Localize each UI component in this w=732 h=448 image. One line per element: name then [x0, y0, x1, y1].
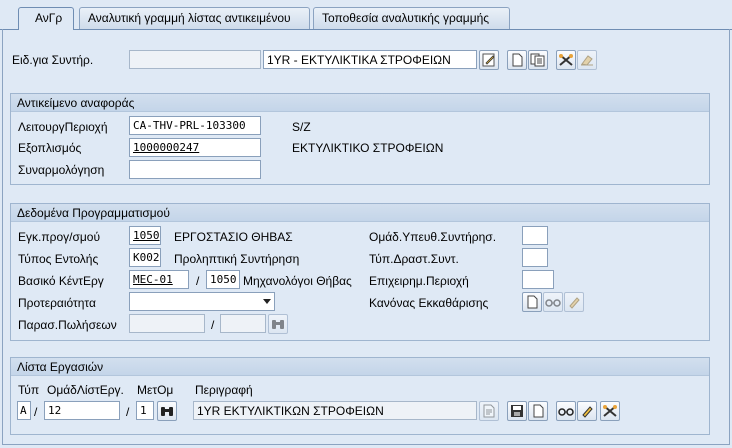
reference-object-group: Αντικείμενο αναφοράς: [10, 93, 710, 185]
plant-desc: ΕΡΓΟΣΤΑΣΙΟ ΘΗΒΑΣ: [174, 230, 293, 244]
new-document-button[interactable]: [507, 50, 527, 70]
sales-doc-separator: /: [211, 318, 215, 332]
pencil-icon: [582, 406, 593, 418]
glasses-icon: [558, 408, 574, 416]
long-text-button[interactable]: [479, 401, 499, 421]
binoculars-icon: [161, 407, 173, 416]
task-list-separator: /: [126, 405, 130, 419]
task-list-search-button[interactable]: [157, 401, 177, 421]
tab-general[interactable]: ΑνΓρ: [18, 7, 74, 30]
planner-group-field[interactable]: [522, 226, 548, 245]
priority-label: Προτεραιότητα: [18, 296, 96, 310]
settlement-rule-label: Κανόνας Εκκαθάρισης: [369, 296, 489, 310]
equipment-label: Εξοπλισμός: [18, 141, 82, 155]
delete-button[interactable]: [577, 50, 597, 70]
task-list-edit-button[interactable]: [577, 401, 597, 421]
order-type-field[interactable]: K002: [129, 248, 161, 267]
equipment-desc: ΕΚΤΥΛΙΚΤΙΚΟ ΣΤΡΟΦΕΙΩΝ: [292, 141, 444, 155]
save-button[interactable]: [507, 401, 527, 421]
settlement-new-button[interactable]: [522, 292, 542, 312]
business-area-field[interactable]: [522, 270, 554, 289]
tab-label: ΑνΓρ: [35, 11, 63, 25]
func-location-field[interactable]: CA-THV-PRL-103300: [129, 116, 261, 135]
tab-item-location[interactable]: Τοποθεσία αναλυτικής γραμμής: [313, 7, 510, 29]
tools-icon: [603, 405, 617, 417]
task-list-group-label: ΟμάδΛίστΕργ.: [47, 383, 124, 397]
long-text-icon: [483, 404, 495, 418]
plant-field[interactable]: 1050: [129, 226, 161, 245]
task-list-counter-field[interactable]: 1: [136, 401, 154, 420]
sales-doc-label: Παρασ.Πωλήσεων: [18, 318, 117, 332]
activity-type-field[interactable]: [522, 248, 548, 267]
task-list-group-field[interactable]: 12: [44, 401, 120, 420]
delete-icon: [581, 55, 593, 66]
save-icon: [511, 405, 523, 417]
settlement-display-button[interactable]: [543, 292, 563, 312]
sales-doc-field: [129, 314, 205, 333]
assembly-label: Συναρμολόγηση: [18, 163, 105, 177]
work-center-plant-field[interactable]: 1050: [206, 270, 240, 289]
tab-label: Τοποθεσία αναλυτικής γραμμής: [322, 11, 490, 25]
order-type-desc: Προληπτική Συντήρηση: [174, 252, 300, 266]
task-list-type-field[interactable]: A: [17, 401, 31, 420]
tab-object-list-item[interactable]: Αναλυτική γραμμή λίστας αντικειμένου: [79, 7, 310, 29]
search-help-button[interactable]: [268, 314, 288, 334]
maint-type-label: Ειδ.για Συντήρ.: [12, 53, 94, 67]
group-title: Λίστα Εργασιών: [11, 358, 709, 376]
work-center-desc: Μηχανολόγοι Θήβας: [243, 274, 352, 288]
business-area-label: Επιχειρημ.Περιοχή: [369, 274, 469, 288]
order-type-label: Τύπος Εντολής: [18, 252, 99, 266]
tools-button[interactable]: [556, 50, 576, 70]
plant-label: Εγκ.προγ/σμού: [18, 230, 101, 244]
new-document-icon: [527, 295, 538, 309]
task-list-new-button[interactable]: [528, 401, 548, 421]
group-title: Δεδομένα Προγραμματισμού: [11, 204, 709, 222]
glasses-icon: [545, 299, 561, 307]
maint-type-desc-field[interactable]: 1YR - ΕΚΤΥΛΙΚΤΙΚΑ ΣΤΡΟΦΕΙΩΝ: [263, 50, 477, 69]
task-list-desc-field: 1YR ΕΚΤΥΛΙΚΤΙΚΩΝ ΣΤΡΟΦΕΙΩΝ: [193, 401, 477, 420]
tab-bar: ΑνΓρ Αναλυτική γραμμή λίστας αντικειμένο…: [0, 0, 732, 30]
task-list-counter-label: ΜετΟμ: [137, 383, 174, 397]
func-location-desc: S/Z: [292, 120, 311, 134]
tab-label: Αναλυτική γραμμή λίστας αντικειμένου: [88, 11, 291, 25]
task-list-separator: /: [34, 405, 38, 419]
work-center-field[interactable]: MEC-01: [129, 270, 189, 289]
task-list-type-label: Τύπ: [18, 383, 40, 397]
settlement-edit-button[interactable]: [564, 292, 584, 312]
pencil-icon: [569, 297, 580, 309]
sales-doc-item-field: [220, 314, 266, 333]
edit-button[interactable]: [479, 50, 499, 70]
copy-icon: [530, 53, 545, 67]
activity-type-label: Τύπ.Δραστ.Συντ.: [369, 252, 459, 266]
assembly-field[interactable]: [129, 160, 261, 179]
maint-type-code-field: [129, 50, 261, 69]
tools-icon: [559, 54, 573, 66]
task-list-tools-button[interactable]: [600, 401, 620, 421]
planner-group-label: Ομάδ.Υπευθ.Συντήρησ.: [369, 230, 497, 244]
copy-button[interactable]: [528, 50, 548, 70]
func-location-label: ΛειτουργΠεριοχή: [18, 120, 108, 134]
task-list-desc-label: Περιγραφή: [195, 383, 253, 397]
group-title: Αντικείμενο αναφοράς: [11, 94, 709, 112]
new-document-icon: [512, 53, 523, 67]
chevron-down-icon: [263, 299, 271, 304]
priority-select[interactable]: [129, 292, 275, 311]
binoculars-icon: [272, 320, 284, 329]
new-document-icon: [533, 404, 544, 418]
equipment-field[interactable]: 1000000247: [129, 138, 261, 157]
edit-icon: [482, 53, 495, 67]
task-list-display-button[interactable]: [556, 401, 576, 421]
work-center-label: Βασικό ΚέντΕργ: [18, 274, 104, 288]
work-center-separator: /: [196, 274, 200, 288]
